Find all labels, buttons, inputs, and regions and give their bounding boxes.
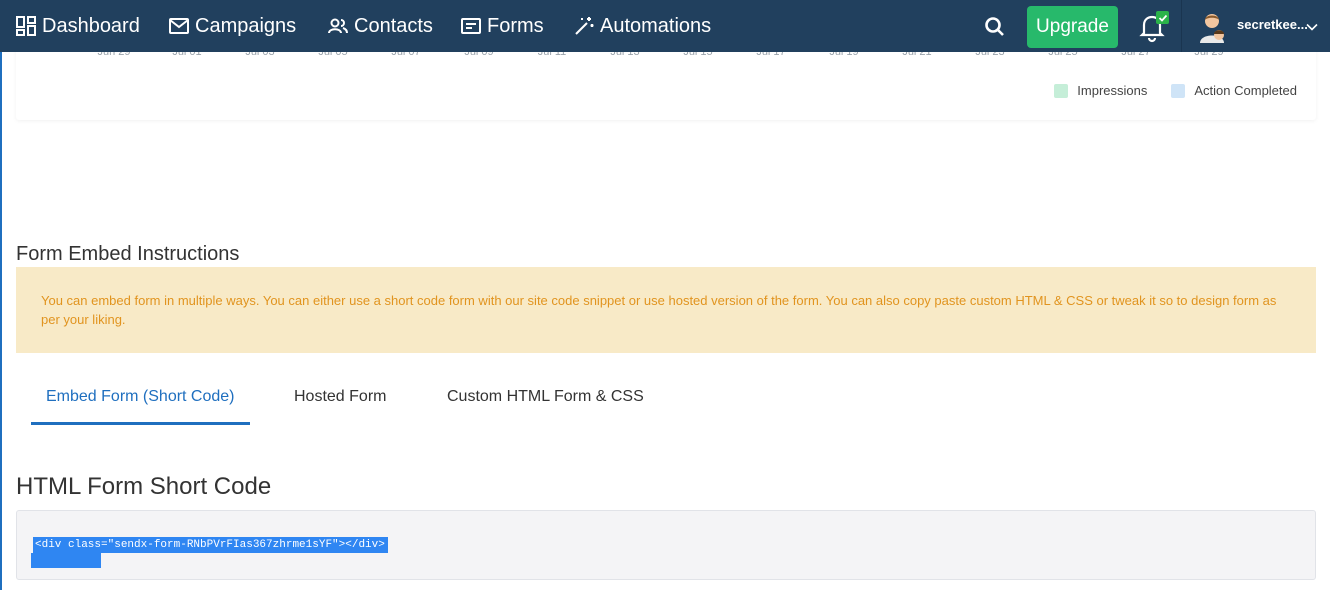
section-title: Form Embed Instructions <box>16 243 240 265</box>
legend-label: Action Completed <box>1194 83 1297 98</box>
legend-swatch <box>1054 83 1069 98</box>
chart-card: Jun 29 Jul 01 Jul 03 Jul 05 Jul 07 Jul 0… <box>16 40 1316 120</box>
nav-contacts[interactable]: Contacts <box>327 0 433 52</box>
legend-label: Impressions <box>1077 83 1148 98</box>
nav-automations-label: Automations <box>600 14 712 37</box>
legend-swatch <box>1171 83 1186 98</box>
text-selection-highlight <box>31 553 101 568</box>
tab-custom-html-css[interactable]: Custom HTML Form & CSS <box>447 388 644 406</box>
top-navigation-bar: Dashboard Campaigns Contacts Forms Autom… <box>0 0 1330 52</box>
nav-campaigns[interactable]: Campaigns <box>168 0 296 52</box>
dashboard-grid-icon <box>15 15 37 37</box>
nav-dashboard-label: Dashboard <box>42 14 140 37</box>
chart-legend: Impressions Action Completed <box>1030 83 1297 98</box>
legend-item-action-completed[interactable]: Action Completed <box>1171 83 1297 98</box>
nav-campaigns-label: Campaigns <box>195 14 297 37</box>
nav-divider <box>1181 0 1182 52</box>
user-name[interactable]: secretkee... <box>1237 17 1308 32</box>
legend-item-impressions[interactable]: Impressions <box>1054 83 1147 98</box>
envelope-icon <box>168 17 190 35</box>
upgrade-button[interactable]: Upgrade <box>1027 6 1118 48</box>
form-card-icon <box>460 17 482 35</box>
left-accent-rule <box>0 0 2 590</box>
nav-dashboard[interactable]: Dashboard <box>15 0 140 52</box>
user-avatar[interactable] <box>1197 11 1227 43</box>
embed-notice: You can embed form in multiple ways. You… <box>16 267 1316 353</box>
short-code-box[interactable]: <div class="sendx-form-RNbPVrFIas367zhrm… <box>16 510 1316 580</box>
users-icon <box>327 17 349 35</box>
chevron-down-icon[interactable] <box>1306 20 1318 32</box>
tab-embed-short-code[interactable]: Embed Form (Short Code) <box>46 388 235 406</box>
short-code-title: HTML Form Short Code <box>16 473 272 500</box>
active-tab-underline <box>31 422 250 425</box>
tab-hosted-form[interactable]: Hosted Form <box>294 388 386 406</box>
nav-forms[interactable]: Forms <box>460 0 544 52</box>
nav-forms-label: Forms <box>487 14 544 37</box>
notification-check-icon <box>1156 11 1169 24</box>
nav-contacts-label: Contacts <box>354 14 433 37</box>
search-icon[interactable] <box>982 14 1008 40</box>
magic-wand-icon <box>573 15 595 37</box>
nav-automations[interactable]: Automations <box>573 0 711 52</box>
short-code-snippet[interactable]: <div class="sendx-form-RNbPVrFIas367zhrm… <box>33 537 388 553</box>
